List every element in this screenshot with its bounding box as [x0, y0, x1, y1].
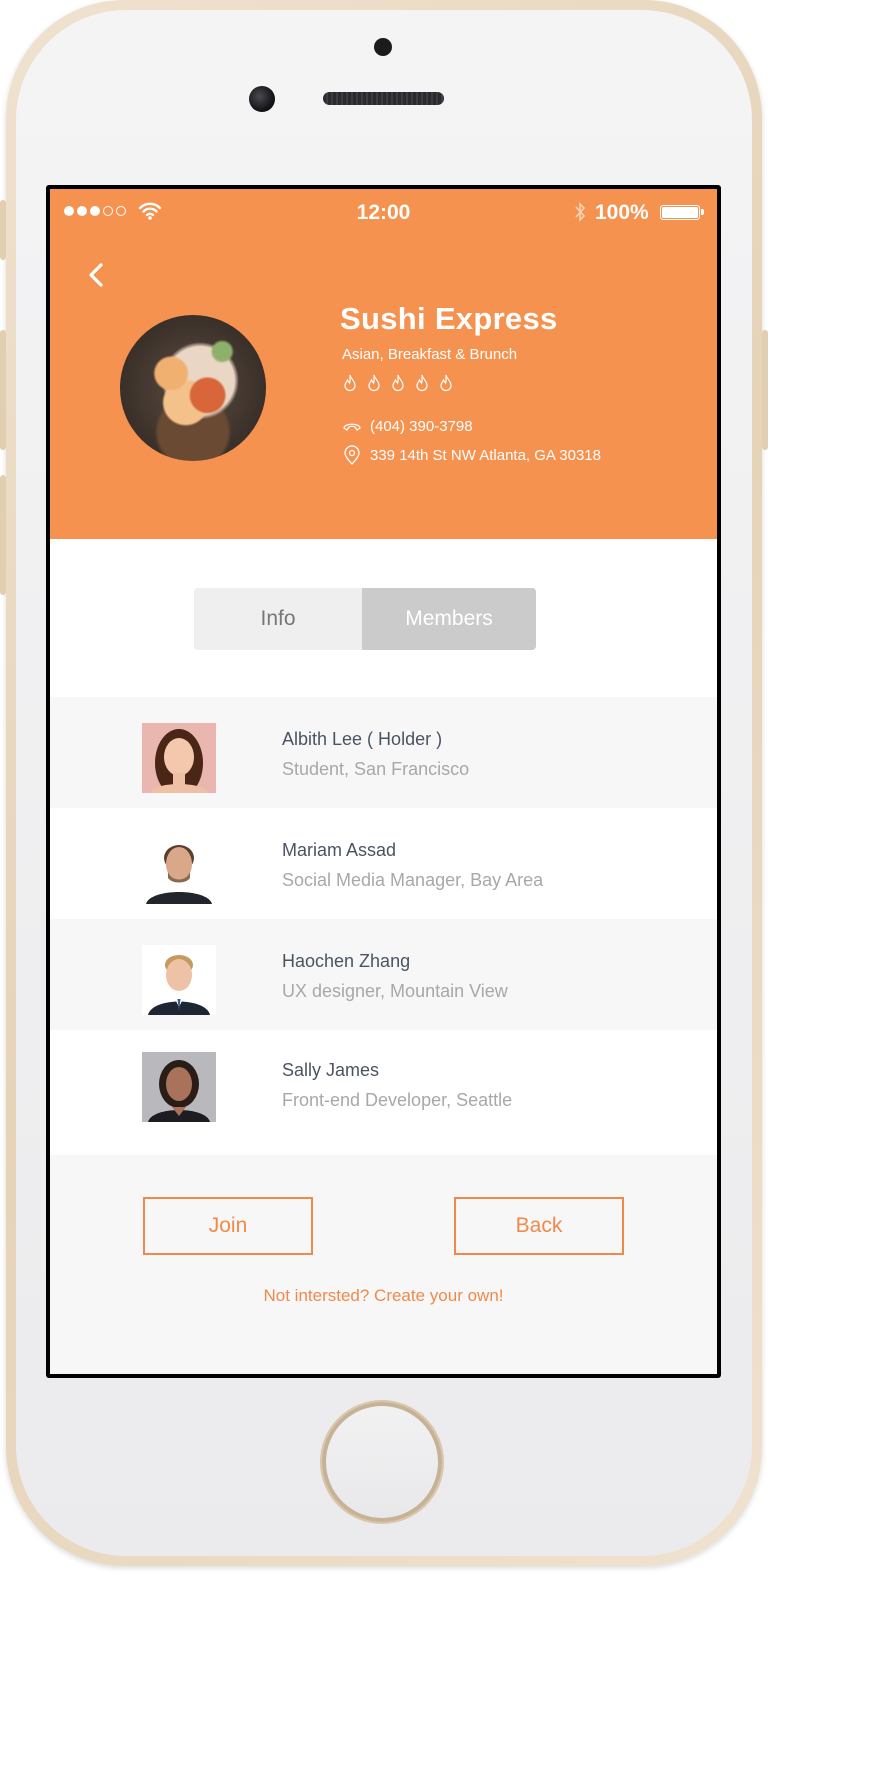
- app-screen: 12:00 100% Sushi Express Asian, Breakfas…: [50, 189, 717, 1374]
- member-avatar: [142, 834, 216, 904]
- flame-icon: [440, 374, 452, 392]
- screen: 12:00 100% Sushi Express Asian, Breakfas…: [46, 185, 721, 1378]
- member-role: Social Media Manager, Bay Area: [282, 870, 544, 890]
- restaurant-cuisine: Asian, Breakfast & Brunch: [342, 346, 518, 363]
- members-list: Albith Lee ( Holder ) Student, San Franc…: [50, 697, 717, 1157]
- tab-members[interactable]: Members: [362, 588, 536, 650]
- member-row[interactable]: Haochen Zhang UX designer, Mountain View: [50, 919, 717, 1030]
- member-avatar: [142, 723, 216, 793]
- volume-up-button: [0, 330, 6, 450]
- create-your-own-link[interactable]: Not intersted? Create your own!: [50, 1286, 717, 1306]
- back-chevron-icon[interactable]: [82, 257, 110, 293]
- status-bar: 12:00 100%: [50, 189, 717, 233]
- segmented-control: Info Members: [194, 588, 536, 650]
- member-name: Sally James: [282, 1060, 380, 1080]
- spice-rating: [342, 374, 454, 392]
- tab-area: Info Members: [50, 539, 717, 697]
- flame-icon: [344, 374, 356, 392]
- home-button[interactable]: [322, 1402, 442, 1522]
- tab-info[interactable]: Info: [194, 588, 362, 650]
- member-row[interactable]: Mariam Assad Social Media Manager, Bay A…: [50, 808, 717, 919]
- mute-switch: [0, 200, 6, 260]
- member-name: Mariam Assad: [282, 840, 397, 860]
- battery-percentage: 100%: [595, 201, 649, 224]
- location-pin-icon: [344, 445, 360, 465]
- member-role: UX designer, Mountain View: [282, 981, 508, 1001]
- member-avatar: [142, 945, 216, 1015]
- battery-icon: [660, 205, 700, 220]
- restaurant-address[interactable]: 339 14th St NW Atlanta, GA 30318: [342, 445, 601, 465]
- front-camera: [249, 86, 275, 112]
- restaurant-header: 12:00 100% Sushi Express Asian, Breakfas…: [50, 189, 717, 539]
- member-role: Front-end Developer, Seattle: [282, 1090, 513, 1110]
- volume-down-button: [0, 475, 6, 595]
- member-avatar: [142, 1052, 216, 1122]
- member-role: Student, San Francisco: [282, 759, 470, 779]
- phone-icon: [343, 423, 361, 431]
- flame-icon: [392, 374, 404, 392]
- member-row[interactable]: Albith Lee ( Holder ) Student, San Franc…: [50, 697, 717, 808]
- address-text: 339 14th St NW Atlanta, GA 30318: [370, 446, 601, 464]
- earpiece-speaker: [323, 92, 444, 105]
- phone-number: (404) 390-3798: [370, 418, 473, 435]
- battery-tip: [701, 209, 704, 215]
- restaurant-name: Sushi Express: [340, 301, 558, 336]
- member-row[interactable]: Sally James Front-end Developer, Seattle: [50, 1030, 717, 1157]
- flame-icon: [416, 374, 428, 392]
- bluetooth-icon: [575, 202, 586, 222]
- member-name: Albith Lee ( Holder ): [282, 729, 443, 749]
- back-button[interactable]: Back: [454, 1197, 624, 1255]
- flame-icon: [368, 374, 380, 392]
- restaurant-phone[interactable]: (404) 390-3798: [342, 418, 473, 435]
- member-name: Haochen Zhang: [282, 951, 411, 971]
- power-button: [762, 330, 768, 450]
- join-button[interactable]: Join: [143, 1197, 313, 1255]
- proximity-sensor: [374, 38, 392, 56]
- action-area: Join Back Not intersted? Create your own…: [50, 1155, 717, 1374]
- restaurant-photo: [120, 315, 266, 461]
